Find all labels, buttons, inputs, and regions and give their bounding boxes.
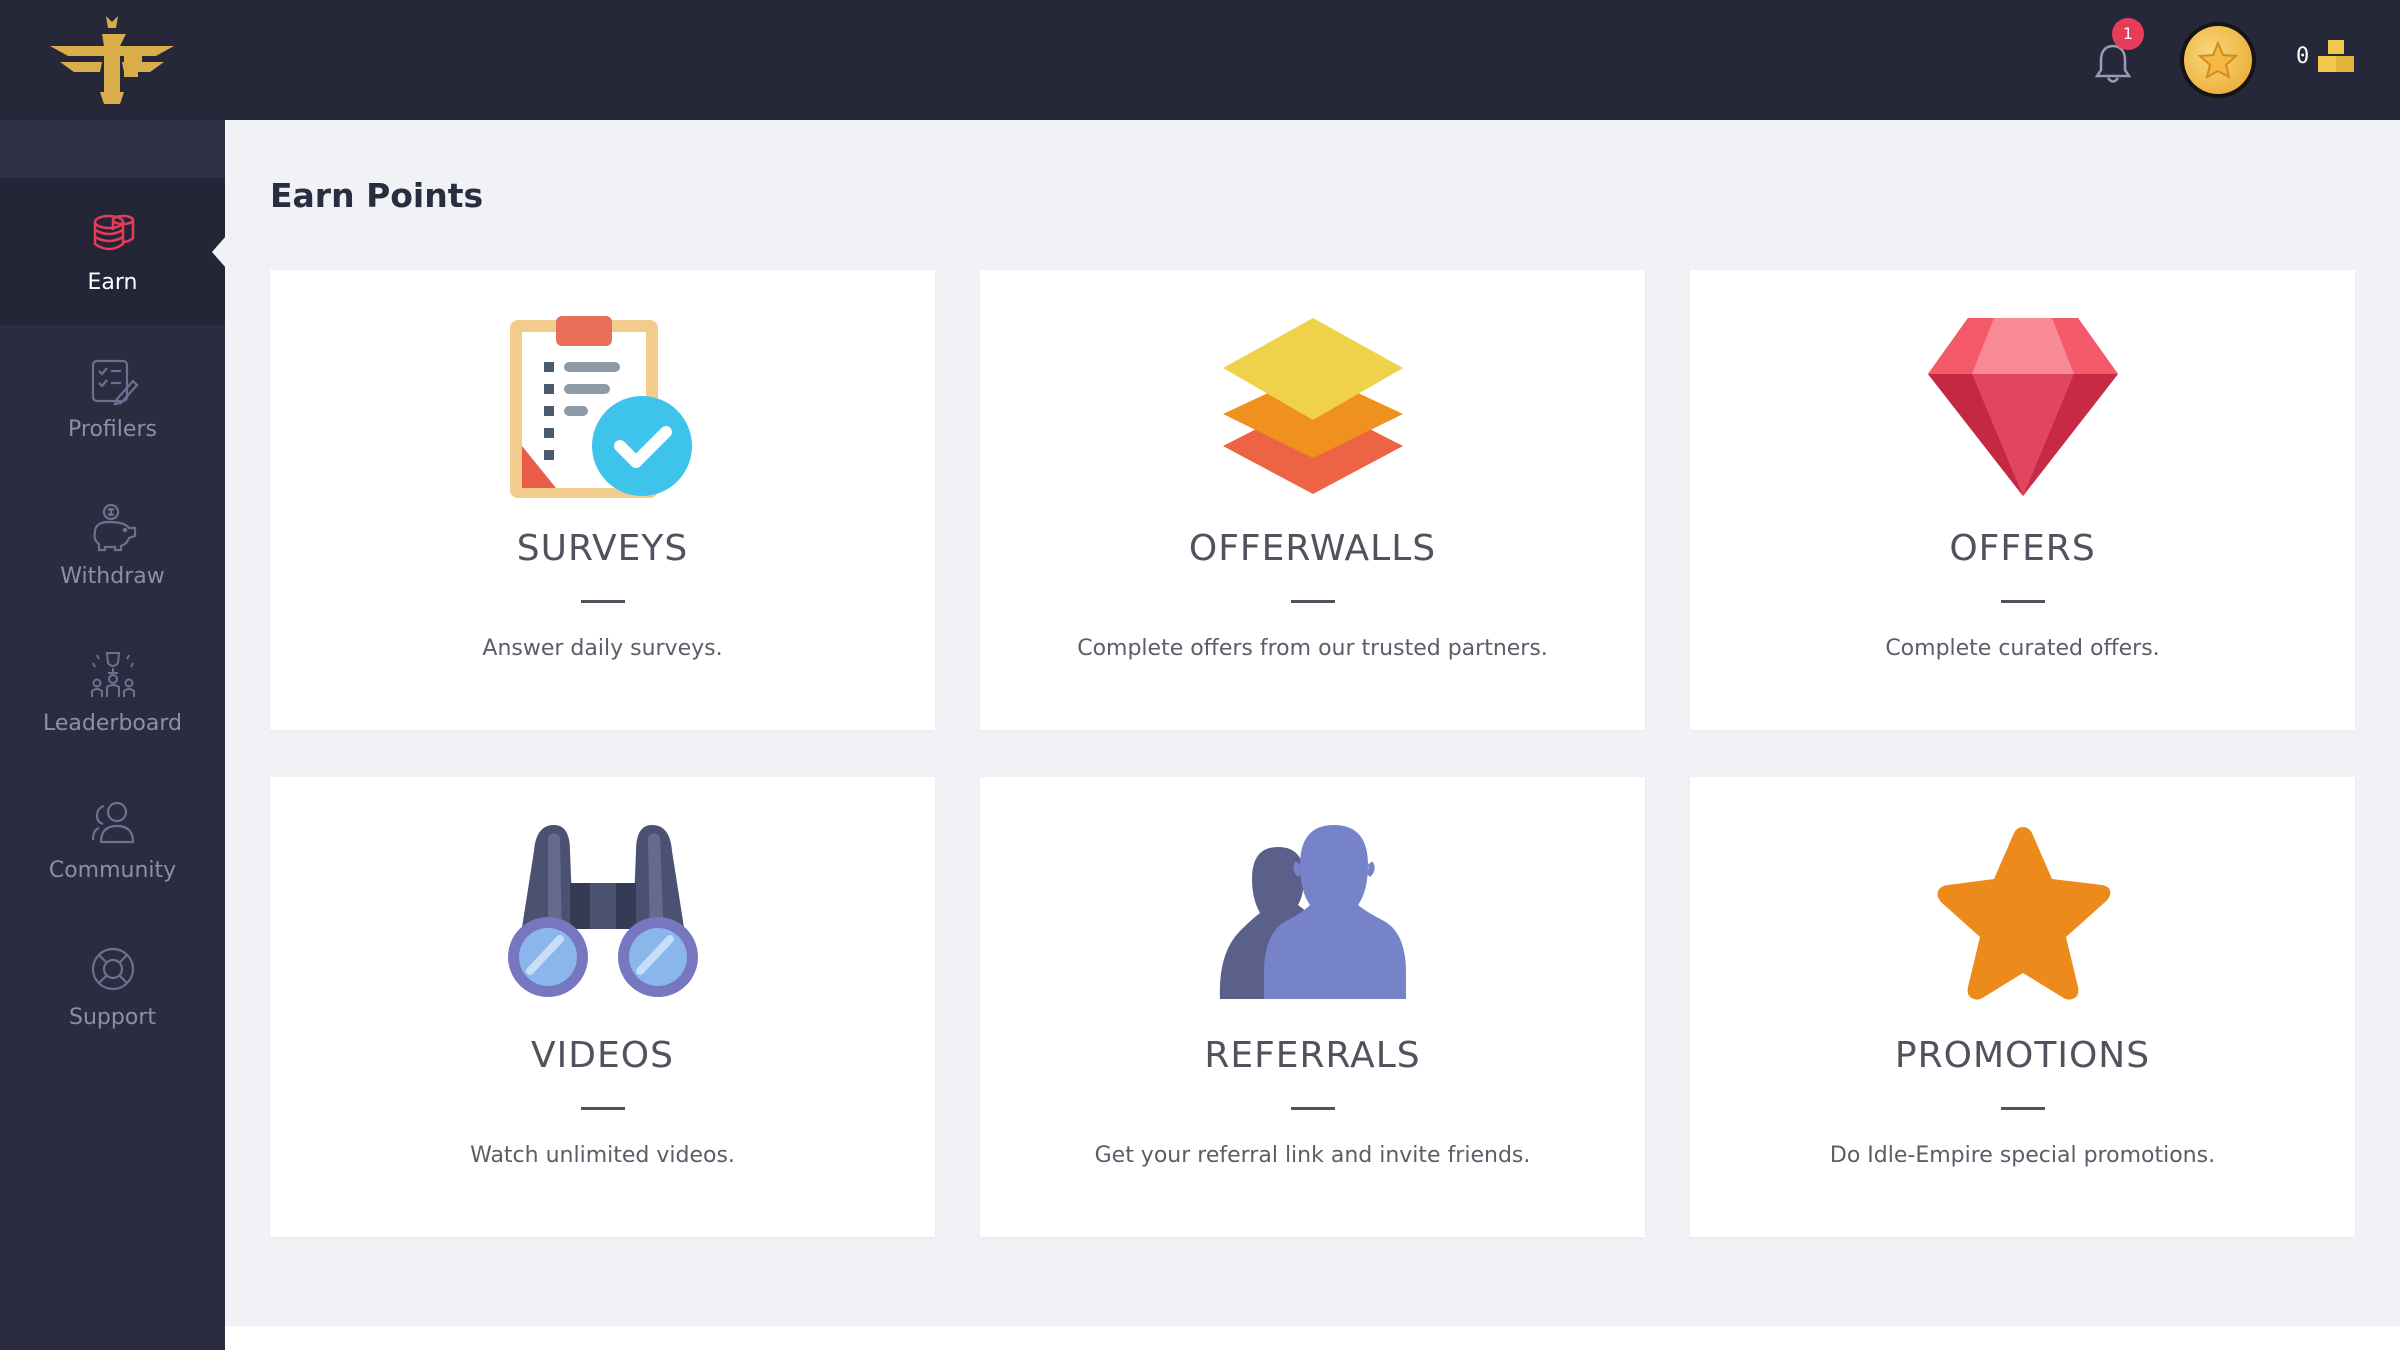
- card-divider: [2000, 600, 2045, 603]
- card-videos[interactable]: VIDEOS Watch unlimited videos.: [270, 777, 935, 1237]
- avatar-star-icon: [2198, 40, 2238, 79]
- sidebar-item-label: Community: [48, 858, 177, 883]
- card-offerwalls[interactable]: OFFERWALLS Complete offers from our trus…: [980, 270, 1645, 730]
- card-description: Get your referral link and invite friend…: [1094, 1143, 1531, 1168]
- sidebar-item-withdraw[interactable]: Withdraw: [0, 472, 225, 619]
- card-divider: [1290, 1107, 1335, 1110]
- sidebar-item-community[interactable]: Community: [0, 766, 225, 913]
- card-description: Complete offers from our trusted partner…: [1077, 636, 1548, 661]
- footer-edge: [225, 1326, 2400, 1350]
- top-bar: [0, 0, 2400, 120]
- main-content: Earn Points SURVEYS Answer daily surveys…: [225, 120, 2400, 1350]
- gold-bars-icon: [2316, 36, 2356, 76]
- card-description: Do Idle-Empire special promotions.: [1829, 1143, 2216, 1168]
- sidebar-item-earn[interactable]: Earn: [0, 178, 225, 325]
- card-divider: [580, 600, 625, 603]
- sidebar-item-leaderboard[interactable]: Leaderboard: [0, 619, 225, 766]
- points-balance: 0: [2296, 44, 2310, 69]
- users-icon: [91, 801, 134, 844]
- card-title: REFERRALS: [1204, 1035, 1421, 1076]
- page-title: Earn Points: [270, 176, 484, 215]
- piggy-bank-icon: [92, 503, 136, 552]
- card-divider: [1290, 600, 1335, 603]
- card-title: OFFERWALLS: [1188, 528, 1437, 569]
- sidebar-item-profilers[interactable]: Profilers: [0, 325, 225, 472]
- card-title: VIDEOS: [531, 1035, 674, 1076]
- card-referrals[interactable]: REFERRALS Get your referral link and inv…: [980, 777, 1645, 1237]
- binoculars-icon: [507, 825, 698, 997]
- sidebar-item-label: Leaderboard: [43, 711, 182, 736]
- sidebar-item-label: Support: [69, 1005, 156, 1030]
- idle-empire-logo[interactable]: [50, 16, 174, 104]
- notification-count-badge: 1: [2112, 18, 2144, 50]
- sidebar-item-label: Profilers: [68, 417, 157, 442]
- diamond-icon: [1927, 318, 2118, 496]
- card-divider: [2000, 1107, 2045, 1110]
- card-title: PROMOTIONS: [1894, 1035, 2151, 1076]
- card-description: Answer daily surveys.: [482, 636, 723, 661]
- trophy-people-icon: [90, 652, 135, 697]
- lifebuoy-icon: [91, 947, 134, 991]
- sidebar: Earn Profilers Withdraw Leaderboard Comm…: [0, 120, 225, 1350]
- checklist-icon: [91, 359, 139, 406]
- card-description: Complete curated offers.: [1885, 636, 2160, 661]
- clipboard-check-icon: [509, 316, 692, 498]
- card-surveys[interactable]: SURVEYS Answer daily surveys.: [270, 270, 935, 730]
- coins-icon: [93, 214, 134, 251]
- user-avatar[interactable]: [2180, 22, 2256, 98]
- sidebar-item-label: Earn: [87, 270, 138, 295]
- star-icon: [1937, 827, 2110, 1000]
- people-icon: [1219, 825, 1406, 999]
- layers-icon: [1222, 318, 1403, 494]
- card-promotions[interactable]: PROMOTIONS Do Idle-Empire special promot…: [1690, 777, 2355, 1237]
- sidebar-top-strip: [0, 120, 225, 178]
- card-description: Watch unlimited videos.: [470, 1143, 735, 1168]
- sidebar-item-label: Withdraw: [60, 564, 165, 589]
- card-divider: [580, 1107, 625, 1110]
- card-offers[interactable]: OFFERS Complete curated offers.: [1690, 270, 2355, 730]
- card-title: OFFERS: [1949, 528, 2096, 569]
- sidebar-item-support[interactable]: Support: [0, 913, 225, 1060]
- card-title: SURVEYS: [516, 528, 689, 569]
